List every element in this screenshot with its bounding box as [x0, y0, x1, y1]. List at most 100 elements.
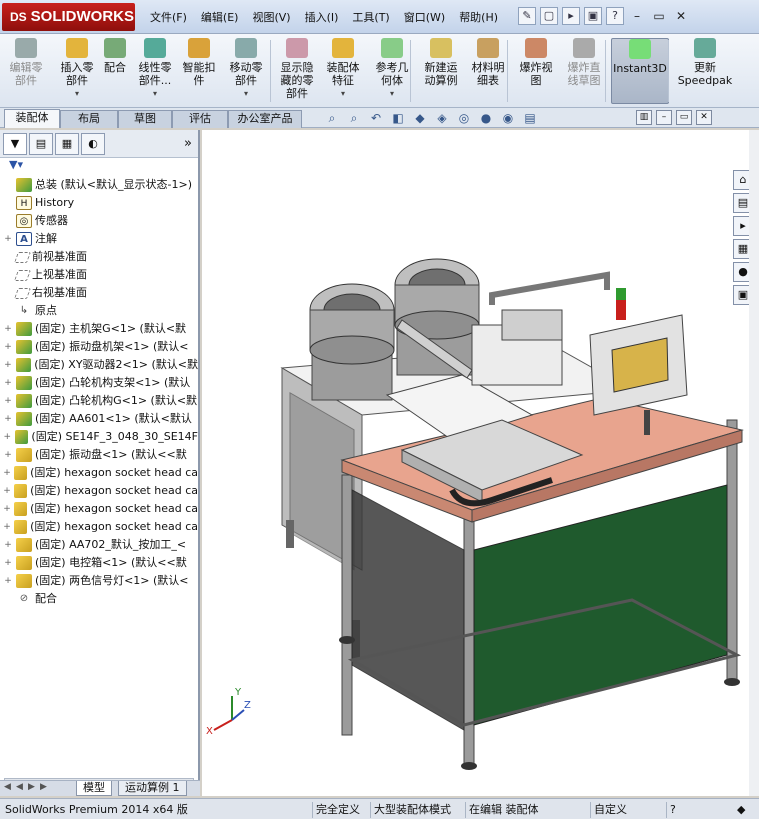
command-button[interactable]: 智能扣 件 — [178, 38, 220, 104]
menu-item[interactable]: 视图(V) — [252, 9, 290, 25]
tree-item[interactable]: + (固定) 主机架G<1> (默认<默 — [3, 320, 198, 338]
displaymanager-tab-icon[interactable]: ◐ — [81, 132, 105, 155]
tree-item[interactable]: + (固定) 电控箱<1> (默认<<默 — [3, 554, 198, 572]
status-help[interactable]: ? — [666, 802, 679, 818]
expand-icon[interactable]: + — [3, 464, 11, 482]
tree-item[interactable]: + (固定) XY驱动器2<1> (默认<默 — [3, 356, 198, 374]
open-folder-icon[interactable]: ▸ — [562, 7, 580, 25]
tree-item[interactable]: + (固定) 振动盘<1> (默认<<默 — [3, 446, 198, 464]
tree-item[interactable]: ◎ 传感器 — [3, 212, 198, 230]
hide-show-items-icon[interactable]: ◎ — [455, 110, 473, 126]
command-button[interactable]: 爆炸视 图 — [514, 38, 558, 104]
expand-icon[interactable]: + — [3, 554, 13, 572]
expand-icon[interactable]: + — [3, 320, 13, 338]
command-button[interactable]: 更新 Speedpak — [672, 38, 738, 104]
command-button[interactable]: 插入零 部件 ▾ — [56, 38, 98, 104]
expand-icon[interactable]: + — [3, 392, 13, 410]
menu-item[interactable]: 窗口(W) — [404, 9, 445, 25]
bottom-tab[interactable]: 模型 — [76, 781, 112, 796]
close-icon[interactable]: ✕ — [672, 7, 690, 25]
menu-item[interactable]: 帮助(H) — [459, 9, 498, 25]
dropdown-arrow-icon[interactable]: ▾ — [320, 87, 366, 100]
nav-last-icon[interactable]: ▶ — [40, 782, 47, 792]
expand-icon[interactable]: + — [3, 338, 13, 356]
command-button[interactable]: 新建运 动算例 — [418, 38, 464, 104]
minimize-icon[interactable]: – — [628, 7, 646, 25]
expand-icon[interactable]: + — [3, 428, 12, 446]
expand-icon[interactable]: + — [3, 572, 13, 590]
tree-item[interactable]: + (固定) SE14F_3_048_30_SE14F — [3, 428, 198, 446]
propertymanager-tab-icon[interactable]: ▤ — [29, 132, 53, 155]
nav-first-icon[interactable]: ◀ — [4, 782, 11, 792]
display-style-icon[interactable]: ◈ — [433, 110, 451, 126]
previous-view-icon[interactable]: ↶ — [367, 110, 385, 126]
pushpin-icon[interactable]: ✎ — [518, 7, 536, 25]
command-button[interactable]: Instant3D — [611, 38, 669, 104]
tree-item[interactable]: ⊘ 配合 — [3, 590, 198, 608]
tree-item[interactable]: 右视基准面 — [3, 284, 198, 302]
edit-appearance-icon[interactable]: ● — [477, 110, 495, 126]
menu-item[interactable]: 工具(T) — [352, 9, 389, 25]
command-button[interactable]: 材料明 细表 — [468, 38, 508, 104]
save-icon[interactable]: ▣ — [584, 7, 602, 25]
graphics-viewport[interactable]: Y X Z — [202, 130, 757, 796]
status-units[interactable]: 自定义 — [590, 802, 662, 818]
menu-item[interactable]: 插入(I) — [305, 9, 339, 25]
tree-item[interactable]: + (固定) hexagon socket head ca — [3, 500, 198, 518]
tree-item[interactable]: + (固定) hexagon socket head ca — [3, 518, 198, 536]
nav-next-icon[interactable]: ▶ — [28, 782, 35, 792]
solidworks-logo[interactable]: DS SOLIDWORKS — [2, 3, 135, 31]
command-button[interactable]: 显示隐 藏的零 部件 — [274, 38, 320, 104]
command-button[interactable]: 移动零 部件 ▾ — [224, 38, 268, 104]
new-document-icon[interactable]: ▢ — [540, 7, 558, 25]
tree-item[interactable]: + (固定) hexagon socket head ca — [3, 464, 198, 482]
tree-item[interactable]: + (固定) AA601<1> (默认<默认 — [3, 410, 198, 428]
command-button[interactable]: 装配体 特征 ▾ — [320, 38, 366, 104]
dropdown-arrow-icon[interactable]: ▾ — [56, 87, 98, 100]
tree-item[interactable]: + (固定) 凸轮机构G<1> (默认<默 — [3, 392, 198, 410]
max-view-icon[interactable]: ▭ — [676, 110, 692, 125]
restore-icon[interactable]: ▭ — [650, 7, 668, 25]
menu-item[interactable]: 编辑(E) — [201, 9, 239, 25]
configurationmanager-tab-icon[interactable]: ▦ — [55, 132, 79, 155]
tree-item[interactable]: + (固定) 振动盘机架<1> (默认< — [3, 338, 198, 356]
section-view-icon[interactable]: ◧ — [389, 110, 407, 126]
close-view-icon[interactable]: ✕ — [696, 110, 712, 125]
expand-icon[interactable]: + — [3, 518, 11, 536]
min-view-icon[interactable]: – — [656, 110, 672, 125]
command-button[interactable]: 爆炸直 线草图 — [562, 38, 606, 104]
expand-icon[interactable]: + — [3, 500, 11, 518]
tab[interactable]: 评估 — [172, 110, 228, 128]
tree-item[interactable]: ↳ 原点 — [3, 302, 198, 320]
filter-icon[interactable]: ▼▾ — [0, 158, 198, 176]
tree-item[interactable]: H History — [3, 194, 198, 212]
command-button[interactable]: 参考几 何体 ▾ — [370, 38, 414, 104]
apply-scene-icon[interactable]: ◉ — [499, 110, 517, 126]
tree-item[interactable]: + (固定) 两色信号灯<1> (默认< — [3, 572, 198, 590]
status-tag-icon[interactable]: ◆ — [734, 802, 748, 818]
expand-icon[interactable]: + — [3, 536, 13, 554]
bottom-tab[interactable]: 运动算例 1 — [118, 781, 187, 796]
expand-icon[interactable]: + — [3, 230, 13, 248]
tree-item[interactable]: + (固定) 凸轮机构支架<1> (默认 — [3, 374, 198, 392]
expand-icon[interactable]: + — [3, 410, 13, 428]
tree-item[interactable]: + (固定) hexagon socket head ca — [3, 482, 198, 500]
dropdown-arrow-icon[interactable]: ▾ — [224, 87, 268, 100]
command-button[interactable]: 配合 — [100, 38, 130, 104]
tab[interactable]: 装配体 — [4, 109, 60, 128]
menu-item[interactable]: 文件(F) — [150, 9, 187, 25]
tree-item[interactable]: + (固定) AA702_默认_按加工_< — [3, 536, 198, 554]
view-orientation-icon[interactable]: ◆ — [411, 110, 429, 126]
expand-icon[interactable]: + — [3, 374, 13, 392]
tree-item[interactable]: 上视基准面 — [3, 266, 198, 284]
expand-icon[interactable]: + — [3, 446, 13, 464]
dropdown-arrow-icon[interactable]: ▾ — [134, 87, 176, 100]
tree-item[interactable]: 前视基准面 — [3, 248, 198, 266]
command-button[interactable]: 线性零 部件... ▾ — [134, 38, 176, 104]
zoom-to-area-icon[interactable]: ⌕ — [345, 110, 363, 126]
tree-item[interactable]: 总装 (默认<默认_显示状态-1>) — [3, 176, 198, 194]
split-view-icon[interactable]: ▥ — [636, 110, 652, 125]
tab[interactable]: 布局 — [60, 110, 118, 128]
assembly-model[interactable]: Y X Z — [202, 130, 757, 796]
tab[interactable]: 草图 — [118, 110, 172, 128]
